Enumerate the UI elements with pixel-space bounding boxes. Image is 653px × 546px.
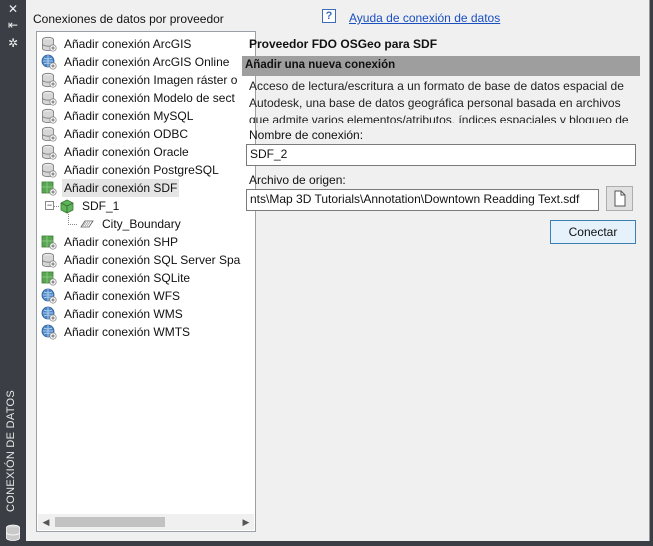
- palette-titlebar: ✕ ⇤ ✲ CONEXIÓN DE DATOS: [0, 0, 26, 546]
- settings-icon[interactable]: ✲: [6, 36, 20, 50]
- database-icon: [41, 36, 57, 52]
- close-icon[interactable]: ✕: [6, 2, 20, 16]
- database-icon: [41, 252, 57, 268]
- database-icon: [41, 126, 57, 142]
- database-icon: [6, 524, 20, 541]
- tree-item-label: Añadir conexión ArcGIS: [64, 37, 192, 51]
- scroll-right-icon[interactable]: ▶: [238, 514, 254, 530]
- globe-icon: [41, 54, 57, 70]
- tree-connector: [68, 224, 77, 225]
- database-icon: [41, 90, 57, 106]
- tree-item-label: Añadir conexión SQLite: [64, 271, 191, 285]
- tree-item-label: Añadir conexión ArcGIS Online: [64, 55, 230, 69]
- tree-title: Conexiones de datos por proveedor: [33, 12, 224, 26]
- help-icon[interactable]: ?: [322, 9, 336, 23]
- tree-item-label: Añadir conexión SDF: [62, 179, 180, 197]
- tree-item-label: Añadir conexión Modelo de sect: [64, 91, 235, 105]
- data-connect-panel: Conexiones de datos por proveedor ? Ayud…: [26, 0, 650, 541]
- tree-item-label: City_Boundary: [102, 217, 181, 231]
- panel-bottom-border: [26, 541, 653, 546]
- database-icon: [41, 162, 57, 178]
- source-file-input[interactable]: nts\Map 3D Tutorials\Annotation\Downtown…: [246, 189, 599, 211]
- tree-item-label: Añadir conexión SHP: [64, 235, 179, 249]
- tree-item-label: Añadir conexión Oracle: [64, 145, 189, 159]
- scroll-thumb[interactable]: [55, 517, 165, 527]
- tree-item-label: Añadir conexión Imagen ráster o: [64, 73, 238, 87]
- tree-item-label: Añadir conexión WMTS: [64, 325, 191, 339]
- tree-item-label: Añadir conexión ODBC: [64, 127, 189, 141]
- connection-name-label: Nombre de conexión:: [249, 128, 364, 142]
- database-icon: [41, 108, 57, 124]
- globe-icon: [41, 288, 57, 304]
- database-icon: [41, 72, 57, 88]
- connect-button[interactable]: Conectar: [550, 220, 636, 244]
- tree-item-label: Añadir conexión WFS: [64, 289, 181, 303]
- help-link[interactable]: Ayuda de conexión de datos: [349, 11, 500, 25]
- globe-icon: [41, 306, 57, 322]
- browse-file-button[interactable]: [606, 186, 633, 211]
- tree-item-label: Añadir conexión SQL Server Spa: [64, 253, 241, 267]
- database-icon: [41, 144, 57, 160]
- collapse-node-icon[interactable]: −: [45, 201, 54, 210]
- provider-description: Acceso de lectura/escritura a un formato…: [249, 79, 629, 123]
- map-file-icon: [41, 234, 57, 250]
- file-icon: [614, 190, 626, 207]
- section-header-label: Añadir una nueva conexión: [245, 59, 396, 71]
- cube-icon: [59, 198, 75, 214]
- palette-title: CONEXIÓN DE DATOS: [5, 389, 17, 512]
- tree-item-label: Añadir conexión WMS: [64, 307, 183, 321]
- globe-icon: [41, 324, 57, 340]
- provider-tree[interactable]: Añadir conexión ArcGIS Añadir conexión Ar…: [36, 31, 256, 532]
- section-header: Añadir una nueva conexión: [242, 56, 640, 76]
- horizontal-scrollbar[interactable]: ◀ ▶: [38, 514, 254, 530]
- tree-item-label: Añadir conexión MySQL: [64, 109, 194, 123]
- feature-class-icon: [79, 216, 95, 232]
- tree-item-label: Añadir conexión PostgreSQL: [64, 163, 219, 177]
- collapse-icon[interactable]: ⇤: [6, 18, 20, 32]
- source-file-label: Archivo de origen:: [249, 173, 346, 187]
- provider-title: Proveedor FDO OSGeo para SDF: [249, 37, 438, 51]
- tree-connector: [54, 206, 59, 207]
- tree-item-label: SDF_1: [82, 199, 120, 213]
- scroll-left-icon[interactable]: ◀: [38, 514, 54, 530]
- map-file-icon: [41, 180, 57, 196]
- map-file-icon: [41, 270, 57, 286]
- connection-name-input[interactable]: SDF_2: [246, 144, 636, 166]
